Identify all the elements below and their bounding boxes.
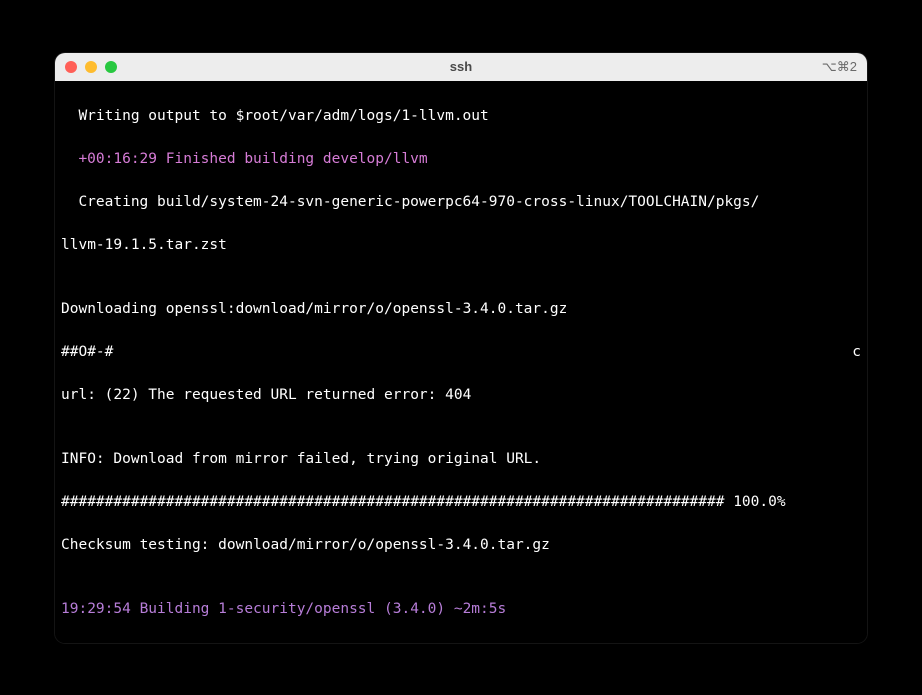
window-title: ssh bbox=[55, 59, 867, 74]
progress-partial: ##O#-# bbox=[61, 344, 113, 360]
close-icon[interactable] bbox=[65, 61, 77, 73]
traffic-lights bbox=[65, 61, 117, 73]
terminal-window: ssh ⌥⌘2 Writing output to $root/var/adm/… bbox=[55, 53, 867, 643]
output-line-building: 19:29:54 Building 1-security/openssl (3.… bbox=[61, 599, 861, 620]
output-line-finished: +00:16:29 Finished building develop/llvm bbox=[61, 149, 861, 170]
terminal-body[interactable]: Writing output to $root/var/adm/logs/1-l… bbox=[55, 81, 867, 643]
output-line-progress: ########################################… bbox=[61, 492, 861, 513]
output-line-info: INFO: Download from mirror failed, tryin… bbox=[61, 449, 861, 470]
maximize-icon[interactable] bbox=[105, 61, 117, 73]
output-line: llvm-19.1.5.tar.zst bbox=[61, 235, 861, 256]
output-line-error: url: (22) The requested URL returned err… bbox=[61, 385, 861, 406]
output-line: Checksum testing: download/mirror/o/open… bbox=[61, 535, 861, 556]
minimize-icon[interactable] bbox=[85, 61, 97, 73]
window-shortcut: ⌥⌘2 bbox=[822, 59, 857, 75]
output-line: Creating build/system-24-svn-generic-pow… bbox=[61, 192, 861, 213]
output-line: ##O#-# c bbox=[61, 342, 861, 363]
progress-char: c bbox=[852, 342, 861, 363]
output-line: Downloading openssl:download/mirror/o/op… bbox=[61, 299, 861, 320]
titlebar[interactable]: ssh ⌥⌘2 bbox=[55, 53, 867, 81]
output-line: Writing output to $root/var/adm/logs/1-l… bbox=[61, 106, 861, 127]
